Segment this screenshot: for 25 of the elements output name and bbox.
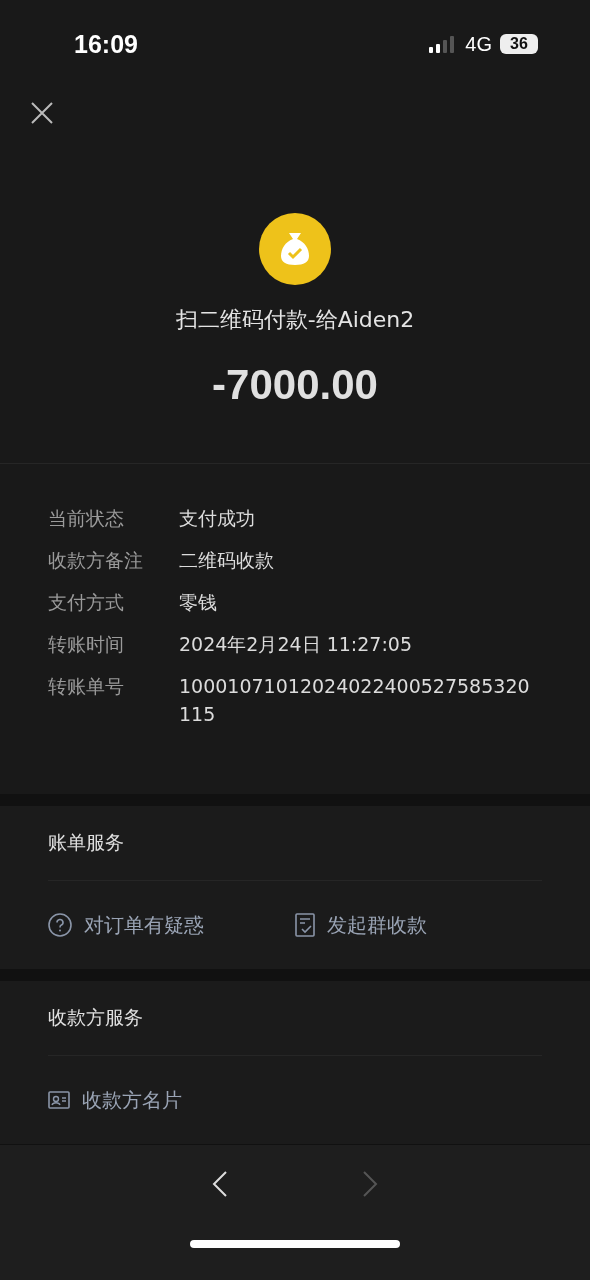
detail-label: 支付方式 (48, 590, 125, 615)
action-link[interactable]: 发起群收款 (327, 911, 427, 939)
section-title: 账单服务 (48, 806, 542, 881)
detail-value: 二维码收款 (179, 548, 275, 573)
checklist-icon[interactable] (295, 913, 315, 937)
payment-title: 扫二维码付款-给Aiden2 (175, 306, 415, 334)
detail-label: 当前状态 (48, 506, 125, 531)
detail-label: 转账单号 (48, 674, 125, 699)
network-label: 4G (465, 32, 492, 56)
close-icon[interactable] (30, 101, 54, 125)
money-bag-icon (259, 213, 331, 285)
detail-value: 支付成功 (179, 506, 256, 531)
battery-indicator: 36 (500, 34, 538, 54)
payment-amount: -7000.00 (212, 361, 378, 410)
detail-label: 收款方备注 (48, 548, 144, 573)
action-link[interactable]: 收款方名片 (82, 1086, 182, 1114)
section-title: 收款方服务 (48, 981, 542, 1056)
status-time: 16:09 (74, 29, 138, 59)
contact-card-icon[interactable] (48, 1091, 70, 1109)
detail-value: 零钱 (179, 590, 218, 615)
detail-label: 转账时间 (48, 632, 125, 657)
action-link[interactable]: 对订单有疑惑 (84, 911, 204, 939)
detail-value: 10001071012024022400527585320115 (179, 674, 531, 727)
question-icon[interactable] (48, 913, 72, 937)
detail-value: 2024年2月24日 11:27:05 (179, 632, 413, 657)
